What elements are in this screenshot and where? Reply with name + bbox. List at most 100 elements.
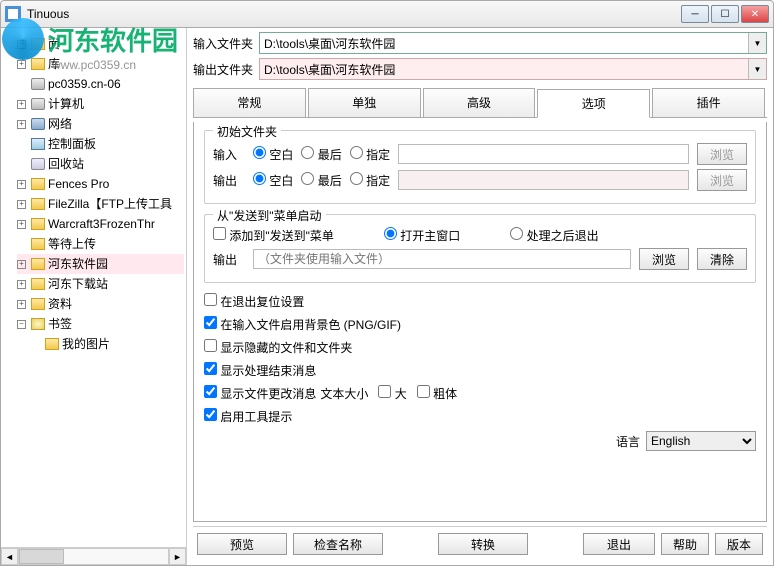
exit-button[interactable]: 退出 bbox=[583, 533, 655, 555]
clear-button[interactable]: 清除 bbox=[697, 248, 747, 270]
help-button[interactable]: 帮助 bbox=[661, 533, 709, 555]
net-icon bbox=[31, 118, 45, 130]
radio-blank[interactable]: 空白 bbox=[253, 146, 293, 163]
bin-icon bbox=[31, 158, 45, 170]
tab-3[interactable]: 选项 bbox=[537, 89, 650, 118]
tree-item[interactable]: 控制面板 bbox=[17, 134, 184, 154]
row-label: 输出 bbox=[213, 172, 245, 189]
tree-item[interactable]: 等待上传 bbox=[17, 234, 184, 254]
close-button[interactable]: ✕ bbox=[741, 5, 769, 23]
scroll-right-button[interactable]: ► bbox=[169, 548, 186, 565]
expand-icon[interactable]: + bbox=[17, 280, 26, 289]
browse-button[interactable]: 浏览 bbox=[639, 248, 689, 270]
show-change-msg-checkbox[interactable]: 显示文件更改消息 bbox=[204, 385, 316, 402]
add-sendto-checkbox[interactable]: 添加到"发送到"菜单 bbox=[213, 227, 334, 244]
expand-icon[interactable]: + bbox=[17, 180, 26, 189]
output-folder-label: 输出文件夹 bbox=[193, 61, 253, 78]
drive-icon bbox=[31, 78, 45, 90]
tree-label: 面 bbox=[48, 34, 60, 54]
row-label: 输出 bbox=[213, 251, 245, 268]
version-button[interactable]: 版本 bbox=[715, 533, 763, 555]
preview-button[interactable]: 预览 bbox=[197, 533, 287, 555]
text-size-label: 文本大小 bbox=[320, 385, 368, 402]
maximize-button[interactable]: ☐ bbox=[711, 5, 739, 23]
enable-tips-checkbox[interactable]: 启用工具提示 bbox=[204, 408, 292, 425]
bold-checkbox[interactable]: 粗体 bbox=[417, 385, 457, 402]
browse-button[interactable]: 浏览 bbox=[697, 143, 747, 165]
radio-last[interactable]: 最后 bbox=[301, 146, 341, 163]
scroll-track[interactable] bbox=[18, 548, 169, 565]
language-select[interactable]: English bbox=[646, 431, 756, 451]
sendto-output-field[interactable] bbox=[253, 249, 631, 269]
folder-icon bbox=[31, 38, 45, 50]
show-hidden-checkbox[interactable]: 显示隐藏的文件和文件夹 bbox=[204, 339, 352, 356]
tree-label: pc0359.cn-06 bbox=[48, 74, 121, 94]
folder-icon bbox=[31, 238, 45, 250]
output-spec-field[interactable] bbox=[398, 170, 689, 190]
tree-item[interactable]: 我的图片 bbox=[31, 334, 184, 354]
expand-icon[interactable]: + bbox=[17, 60, 26, 69]
expand-icon[interactable]: + bbox=[17, 260, 26, 269]
tree-item[interactable]: + Fences Pro bbox=[17, 174, 184, 194]
expand-icon[interactable]: + bbox=[17, 200, 26, 209]
radio-blank[interactable]: 空白 bbox=[253, 172, 293, 189]
tree-item[interactable]: 回收站 bbox=[17, 154, 184, 174]
titlebar: Tinuous ─ ☐ ✕ bbox=[0, 0, 774, 28]
open-main-radio[interactable]: 打开主窗口 bbox=[384, 227, 460, 244]
sidebar-hscroll[interactable]: ◄ ► bbox=[1, 547, 186, 565]
tree-item[interactable]: −面 bbox=[17, 34, 184, 54]
sidebar: −面+库pc0359.cn-06+计算机+网络控制面板回收站+Fences Pr… bbox=[1, 28, 187, 565]
expand-icon[interactable]: + bbox=[17, 300, 26, 309]
dropdown-icon[interactable]: ▼ bbox=[748, 33, 766, 53]
star-icon bbox=[31, 318, 45, 330]
radio-last[interactable]: 最后 bbox=[301, 172, 341, 189]
output-folder-combo[interactable]: ▼ bbox=[259, 58, 767, 80]
folder-tree[interactable]: −面+库pc0359.cn-06+计算机+网络控制面板回收站+Fences Pr… bbox=[1, 28, 186, 547]
tree-item[interactable]: +河东软件园 bbox=[17, 254, 184, 274]
convert-button[interactable]: 转换 bbox=[438, 533, 528, 555]
tree-item[interactable]: pc0359.cn-06 bbox=[17, 74, 184, 94]
tree-label: Fences Pro bbox=[48, 174, 109, 194]
reset-on-exit-checkbox[interactable]: 在退出复位设置 bbox=[204, 293, 304, 310]
output-folder-field[interactable] bbox=[260, 59, 748, 79]
bg-color-checkbox[interactable]: 在输入文件启用背景色 (PNG/GIF) bbox=[204, 316, 401, 333]
tab-4[interactable]: 插件 bbox=[652, 88, 765, 117]
folder-icon bbox=[31, 178, 45, 190]
expand-icon[interactable]: + bbox=[17, 220, 26, 229]
scroll-left-button[interactable]: ◄ bbox=[1, 548, 18, 565]
tree-item[interactable]: +资料 bbox=[17, 294, 184, 314]
tree-label: 回收站 bbox=[48, 154, 84, 174]
large-checkbox[interactable]: 大 bbox=[378, 385, 406, 402]
dropdown-icon[interactable]: ▼ bbox=[748, 59, 766, 79]
tree-item[interactable]: +计算机 bbox=[17, 94, 184, 114]
tree-item[interactable]: + Warcraft3FrozenThr bbox=[17, 214, 184, 234]
input-folder-combo[interactable]: ▼ bbox=[259, 32, 767, 54]
tree-item[interactable]: +库 bbox=[17, 54, 184, 74]
expand-icon[interactable]: + bbox=[17, 120, 26, 129]
tree-label: Warcraft3FrozenThr bbox=[48, 214, 155, 234]
minimize-button[interactable]: ─ bbox=[681, 5, 709, 23]
exit-after-radio[interactable]: 处理之后退出 bbox=[510, 227, 598, 244]
browse-button[interactable]: 浏览 bbox=[697, 169, 747, 191]
app-icon bbox=[5, 6, 21, 22]
check-name-button[interactable]: 检查名称 bbox=[293, 533, 383, 555]
tree-label: 我的图片 bbox=[62, 334, 110, 354]
input-folder-field[interactable] bbox=[260, 33, 748, 53]
tab-1[interactable]: 单独 bbox=[308, 88, 421, 117]
expand-icon[interactable]: − bbox=[17, 320, 26, 329]
radio-spec[interactable]: 指定 bbox=[350, 172, 390, 189]
expand-icon[interactable]: − bbox=[17, 40, 26, 49]
folder-icon bbox=[31, 278, 45, 290]
expand-icon[interactable]: + bbox=[17, 100, 26, 109]
tree-item[interactable]: +河东下载站 bbox=[17, 274, 184, 294]
tab-2[interactable]: 高级 bbox=[423, 88, 536, 117]
tab-0[interactable]: 常规 bbox=[193, 88, 306, 117]
radio-spec[interactable]: 指定 bbox=[350, 146, 390, 163]
input-spec-field[interactable] bbox=[398, 144, 689, 164]
bottom-bar: 预览 检查名称 转换 退出 帮助 版本 bbox=[193, 526, 767, 561]
tree-bookmarks[interactable]: − 书签 bbox=[17, 314, 184, 334]
tree-item[interactable]: +网络 bbox=[17, 114, 184, 134]
tree-item[interactable]: +FileZilla【FTP上传工具 bbox=[17, 194, 184, 214]
show-proc-msg-checkbox[interactable]: 显示处理结束消息 bbox=[204, 362, 316, 379]
scroll-thumb[interactable] bbox=[19, 549, 64, 564]
